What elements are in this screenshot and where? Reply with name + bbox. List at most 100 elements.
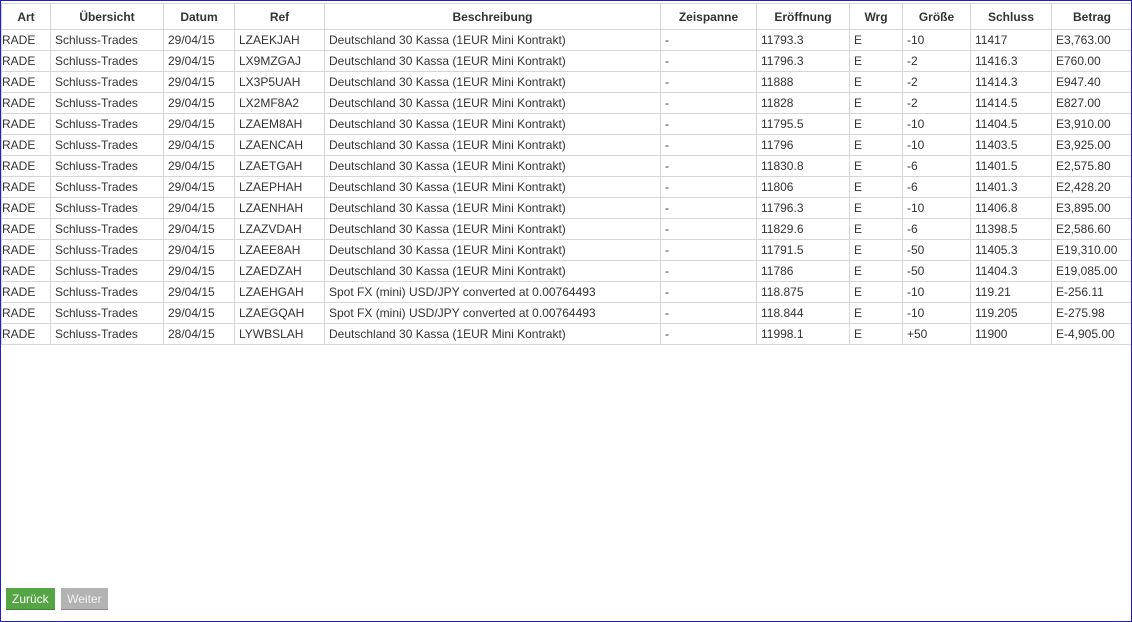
cell-datum: 29/04/15 (163, 176, 235, 198)
cell-ref: LZAEDZAH (234, 260, 325, 282)
cell-groesse: -50 (902, 260, 971, 282)
cell-uebersicht: Schluss-Trades (50, 323, 164, 345)
cell-eroeffnung: 11888 (756, 71, 850, 93)
cell-eroeffnung: 11795.5 (756, 113, 850, 135)
cell-wrg: E (849, 50, 903, 72)
cell-zeispanne: - (660, 29, 757, 51)
cell-ref: LZAETGAH (234, 155, 325, 177)
cell-betrag: E3,763.00 (1051, 29, 1131, 51)
cell-zeispanne: - (660, 92, 757, 114)
cell-uebersicht: Schluss-Trades (50, 176, 164, 198)
table-row[interactable]: RADE Schluss-Trades 29/04/15 LZAEPHAH Deutsc… (1, 176, 1131, 198)
cell-schluss: 11416.3 (970, 50, 1052, 72)
cell-datum: 29/04/15 (163, 92, 235, 114)
col-header-schluss[interactable]: Schluss (970, 3, 1052, 30)
cell-eroeffnung: 11796.3 (756, 197, 850, 219)
cell-groesse: -2 (902, 50, 971, 72)
cell-datum: 29/04/15 (163, 71, 235, 93)
cell-zeispanne: - (660, 323, 757, 345)
cell-datum: 29/04/15 (163, 239, 235, 261)
cell-schluss: 11406.8 (970, 197, 1052, 219)
cell-beschreibung: Deutschland 30 Kassa (1EUR Mini Kontrakt… (324, 29, 661, 51)
cell-art: RADE (1, 197, 51, 219)
col-header-art[interactable]: Art (1, 3, 51, 30)
cell-wrg: E (849, 134, 903, 156)
cell-betrag: E947.40 (1051, 71, 1131, 93)
col-header-zeispanne[interactable]: Zeispanne (660, 3, 757, 30)
cell-zeispanne: - (660, 155, 757, 177)
cell-zeispanne: - (660, 197, 757, 219)
cell-wrg: E (849, 323, 903, 345)
cell-zeispanne: - (660, 50, 757, 72)
cell-ref: LZAEKJAH (234, 29, 325, 51)
table-row[interactable]: RADE Schluss-Trades 29/04/15 LZAEM8AH Deutsc… (1, 113, 1131, 135)
col-header-uebersicht[interactable]: Übersicht (50, 3, 164, 30)
cell-groesse: +50 (902, 323, 971, 345)
cell-beschreibung: Deutschland 30 Kassa (1EUR Mini Kontrakt… (324, 239, 661, 261)
cell-zeispanne: - (660, 239, 757, 261)
table-row[interactable]: RADE Schluss-Trades 29/04/15 LZAEKJAH Deutsc… (1, 29, 1131, 51)
cell-schluss: 119.205 (970, 302, 1052, 324)
cell-schluss: 11414.5 (970, 92, 1052, 114)
cell-wrg: E (849, 29, 903, 51)
table-row[interactable]: RADE Schluss-Trades 29/04/15 LZAEDZAH Deutsc… (1, 260, 1131, 282)
cell-beschreibung: Spot FX (mini) USD/JPY converted at 0.00… (324, 302, 661, 324)
cell-beschreibung: Deutschland 30 Kassa (1EUR Mini Kontrakt… (324, 134, 661, 156)
cell-uebersicht: Schluss-Trades (50, 239, 164, 261)
cell-datum: 29/04/15 (163, 197, 235, 219)
cell-datum: 28/04/15 (163, 323, 235, 345)
cell-wrg: E (849, 218, 903, 240)
cell-beschreibung: Deutschland 30 Kassa (1EUR Mini Kontrakt… (324, 155, 661, 177)
cell-datum: 29/04/15 (163, 302, 235, 324)
table-row[interactable]: RADE Schluss-Trades 29/04/15 LZAEHGAH Spot F… (1, 281, 1131, 303)
table-row[interactable]: RADE Schluss-Trades 29/04/15 LZAENHAH Deutsc… (1, 197, 1131, 219)
cell-ref: LZAEHGAH (234, 281, 325, 303)
next-button[interactable]: Weiter (61, 588, 108, 610)
col-header-ref[interactable]: Ref (234, 3, 325, 30)
cell-betrag: E827.00 (1051, 92, 1131, 114)
cell-datum: 29/04/15 (163, 29, 235, 51)
cell-groesse: -2 (902, 92, 971, 114)
table-row[interactable]: RADE Schluss-Trades 29/04/15 LZAETGAH Deutsc… (1, 155, 1131, 177)
cell-art: RADE (1, 239, 51, 261)
table-row[interactable]: RADE Schluss-Trades 29/04/15 LX9MZGAJ Deutsc… (1, 50, 1131, 72)
table-row[interactable]: RADE Schluss-Trades 29/04/15 LZAEE8AH Deutsc… (1, 239, 1131, 261)
table-row[interactable]: RADE Schluss-Trades 29/04/15 LZAZVDAH Deutsc… (1, 218, 1131, 240)
cell-datum: 29/04/15 (163, 113, 235, 135)
cell-datum: 29/04/15 (163, 50, 235, 72)
cell-ref: LX9MZGAJ (234, 50, 325, 72)
col-header-beschreibung[interactable]: Beschreibung (324, 3, 661, 30)
table-row[interactable]: RADE Schluss-Trades 29/04/15 LZAENCAH Deutsc… (1, 134, 1131, 156)
cell-wrg: E (849, 71, 903, 93)
table-header-row: Art Übersicht Datum Ref Beschreibung Zei… (1, 3, 1131, 30)
col-header-wrg[interactable]: Wrg (849, 3, 903, 30)
cell-groesse: -6 (902, 218, 971, 240)
cell-art: RADE (1, 323, 51, 345)
back-button[interactable]: Zurück (6, 588, 55, 610)
cell-ref: LZAEGQAH (234, 302, 325, 324)
cell-uebersicht: Schluss-Trades (50, 281, 164, 303)
col-header-groesse[interactable]: Größe (902, 3, 971, 30)
cell-datum: 29/04/15 (163, 134, 235, 156)
cell-beschreibung: Deutschland 30 Kassa (1EUR Mini Kontrakt… (324, 113, 661, 135)
col-header-betrag[interactable]: Betrag (1051, 3, 1131, 30)
cell-art: RADE (1, 92, 51, 114)
cell-betrag: E-256.11 (1051, 281, 1131, 303)
table-row[interactable]: RADE Schluss-Trades 28/04/15 LYWBSLAH Deutsc… (1, 323, 1131, 345)
cell-eroeffnung: 11786 (756, 260, 850, 282)
cell-eroeffnung: 11829.6 (756, 218, 850, 240)
cell-wrg: E (849, 92, 903, 114)
cell-uebersicht: Schluss-Trades (50, 92, 164, 114)
cell-uebersicht: Schluss-Trades (50, 50, 164, 72)
cell-groesse: -10 (902, 197, 971, 219)
col-header-eroeffnung[interactable]: Eröffnung (756, 3, 850, 30)
cell-groesse: -6 (902, 155, 971, 177)
cell-datum: 29/04/15 (163, 155, 235, 177)
cell-wrg: E (849, 239, 903, 261)
cell-schluss: 11403.5 (970, 134, 1052, 156)
table-row[interactable]: RADE Schluss-Trades 29/04/15 LX2MF8A2 Deutsc… (1, 92, 1131, 114)
table-row[interactable]: RADE Schluss-Trades 29/04/15 LZAEGQAH Spot F… (1, 302, 1131, 324)
cell-uebersicht: Schluss-Trades (50, 218, 164, 240)
table-row[interactable]: RADE Schluss-Trades 29/04/15 LX3P5UAH Deutsc… (1, 71, 1131, 93)
col-header-datum[interactable]: Datum (163, 3, 235, 30)
